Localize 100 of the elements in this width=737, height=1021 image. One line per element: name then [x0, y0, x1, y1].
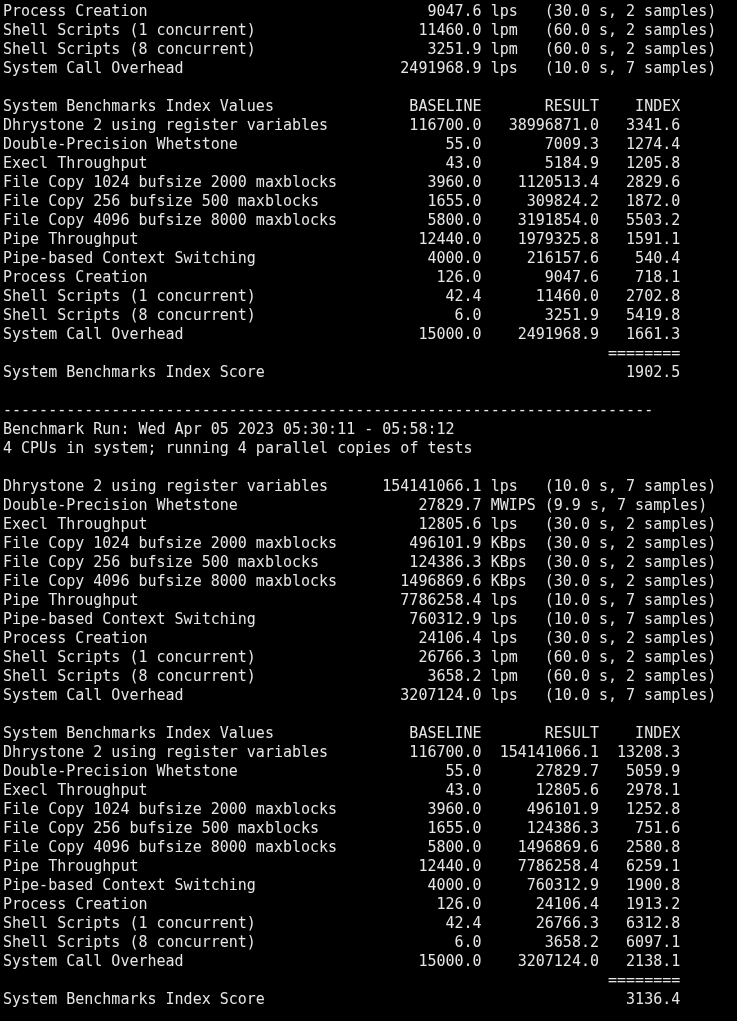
table-cell: 496101.9	[526, 800, 599, 819]
table-cell: 1120513.4	[517, 173, 599, 192]
table-cell: 2702.8	[626, 287, 681, 306]
table-cell: 5059.9	[626, 762, 681, 781]
table-cell: 42.4	[445, 914, 482, 933]
table-cell: File Copy 1024 bufsize 2000 maxblocks	[3, 173, 338, 192]
total-rule: ========	[608, 344, 681, 363]
table-cell: 12440.0	[418, 230, 482, 249]
benchmark-value: 3251.9	[427, 40, 482, 59]
column-header: BASELINE	[409, 724, 482, 743]
table-cell: 3960.0	[427, 800, 482, 819]
column-header: RESULT	[544, 724, 599, 743]
table-cell: 540.4	[635, 249, 681, 268]
table-cell: 6097.1	[626, 933, 681, 952]
benchmark-name: Process Creation	[3, 2, 148, 21]
table-cell: 38996871.0	[508, 116, 599, 135]
table-cell: 1655.0	[427, 192, 482, 211]
table-cell: 12440.0	[418, 857, 482, 876]
table-cell: 3341.6	[626, 116, 681, 135]
benchmark-value: 760312.9	[409, 610, 482, 629]
table-cell: Dhrystone 2 using register variables	[3, 743, 329, 762]
table-cell: Double-Precision Whetstone	[3, 762, 238, 781]
table-cell: Shell Scripts (1 concurrent)	[3, 914, 256, 933]
benchmark-timing: (10.0 s, 7 samples)	[544, 610, 717, 629]
run-info-text: 4 CPUs in system; running 4 parallel copies of tests	[3, 439, 473, 457]
table-cell: 2580.8	[626, 838, 681, 857]
benchmark-value: 3207124.0	[400, 686, 482, 705]
benchmark-timing: (60.0 s, 2 samples)	[544, 21, 717, 40]
benchmark-timing: (10.0 s, 7 samples)	[544, 477, 717, 496]
table-cell: 3251.9	[544, 306, 599, 325]
table-cell: 116700.0	[409, 743, 482, 762]
table-cell: System Call Overhead	[3, 325, 184, 344]
benchmark-unit: lpm	[490, 40, 518, 59]
benchmark-timing: (30.0 s, 2 samples)	[544, 553, 717, 572]
table-cell: 3658.2	[544, 933, 599, 952]
benchmark-unit: lpm	[490, 667, 518, 686]
table-cell: 15000.0	[418, 952, 482, 971]
table-cell: Shell Scripts (8 concurrent)	[3, 933, 256, 952]
table-cell: Dhrystone 2 using register variables	[3, 116, 329, 135]
benchmark-timing: (10.0 s, 7 samples)	[544, 591, 717, 610]
benchmark-name: Double-Precision Whetstone	[3, 496, 238, 515]
table-cell: System Call Overhead	[3, 952, 184, 971]
benchmark-name: Pipe Throughput	[3, 591, 139, 610]
table-cell: 309824.2	[526, 192, 599, 211]
benchmark-name: Execl Throughput	[3, 515, 148, 534]
table-cell: 116700.0	[409, 116, 482, 135]
table-cell: File Copy 256 bufsize 500 maxblocks	[3, 819, 320, 838]
table-cell: 1655.0	[427, 819, 482, 838]
table-cell: 216157.6	[526, 249, 599, 268]
benchmark-unit: KBps	[490, 534, 527, 553]
table-cell: Shell Scripts (1 concurrent)	[3, 287, 256, 306]
benchmark-timing: (10.0 s, 7 samples)	[544, 686, 717, 705]
table-cell: 5800.0	[427, 838, 482, 857]
table-cell: 5419.8	[626, 306, 681, 325]
table-cell: 2138.1	[626, 952, 681, 971]
table-cell: 4000.0	[427, 249, 482, 268]
benchmark-value: 26766.3	[418, 648, 482, 667]
table-cell: 1979325.8	[517, 230, 599, 249]
benchmark-value: 27829.7	[418, 496, 482, 515]
benchmark-timing: (30.0 s, 2 samples)	[544, 534, 717, 553]
table-cell: 7786258.4	[517, 857, 599, 876]
score-value: 3136.4	[626, 990, 681, 1009]
benchmark-name: File Copy 1024 bufsize 2000 maxblocks	[3, 534, 338, 553]
benchmark-name: Dhrystone 2 using register variables	[3, 477, 329, 496]
table-cell: 4000.0	[427, 876, 482, 895]
table-cell: File Copy 1024 bufsize 2000 maxblocks	[3, 800, 338, 819]
dashed-separator: ------------------------------------------------------------------------	[3, 401, 654, 419]
table-cell: 1913.2	[626, 895, 681, 914]
table-cell: 1591.1	[626, 230, 681, 249]
table-cell: 126.0	[436, 268, 482, 287]
benchmark-name: Shell Scripts (1 concurrent)	[3, 648, 256, 667]
table-title: System Benchmarks Index Values	[3, 724, 274, 743]
table-cell: 5503.2	[626, 211, 681, 230]
score-label: System Benchmarks Index Score	[3, 363, 265, 382]
benchmark-value: 9047.6	[427, 2, 482, 21]
table-cell: 3191854.0	[517, 211, 599, 230]
table-cell: 7009.3	[544, 135, 599, 154]
benchmark-timing: (60.0 s, 2 samples)	[544, 648, 717, 667]
benchmark-value: 2491968.9	[400, 59, 482, 78]
table-cell: 43.0	[445, 781, 482, 800]
table-cell: 2829.6	[626, 173, 681, 192]
benchmark-name: File Copy 4096 bufsize 8000 maxblocks	[3, 572, 338, 591]
benchmark-timing: (30.0 s, 2 samples)	[544, 2, 717, 21]
table-cell: 15000.0	[418, 325, 482, 344]
table-cell: File Copy 4096 bufsize 8000 maxblocks	[3, 211, 338, 230]
table-cell: 6.0	[454, 306, 482, 325]
table-cell: 55.0	[445, 135, 482, 154]
table-cell: File Copy 4096 bufsize 8000 maxblocks	[3, 838, 338, 857]
column-header: RESULT	[544, 97, 599, 116]
benchmark-name: System Call Overhead	[3, 686, 184, 705]
table-cell: 1661.3	[626, 325, 681, 344]
benchmark-timing: (30.0 s, 2 samples)	[544, 629, 717, 648]
benchmark-value: 24106.4	[418, 629, 482, 648]
table-cell: 26766.3	[535, 914, 599, 933]
benchmark-unit: lpm	[490, 648, 518, 667]
table-cell: 27829.7	[535, 762, 599, 781]
benchmark-timing: (30.0 s, 2 samples)	[544, 572, 717, 591]
table-cell: 718.1	[635, 268, 681, 287]
table-cell: Pipe Throughput	[3, 230, 139, 249]
benchmark-name: Process Creation	[3, 629, 148, 648]
